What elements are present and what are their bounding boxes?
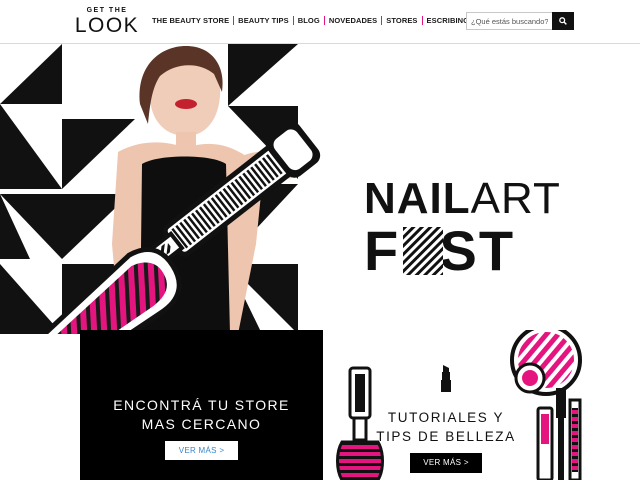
lipstick-small-icon — [441, 365, 451, 392]
site-header: GET THE LOOK THE BEAUTY STORE BEAUTY TIP… — [0, 0, 640, 44]
search-input[interactable] — [466, 12, 552, 30]
mascara-and-lipstick — [536, 388, 582, 480]
search-icon — [559, 17, 567, 25]
logo-main-text: LOOK — [74, 14, 140, 37]
nav-item-novedades[interactable]: NOVEDADES — [329, 16, 377, 25]
nail-art-fest-banner[interactable]: NAILART FEST — [0, 44, 640, 334]
compact-mirror — [510, 330, 582, 396]
tutorials-line1: TUTORIALES Y — [387, 410, 505, 425]
nav-separator — [421, 16, 423, 25]
store-locator-promo: ENCONTRÁ TU STORE MAS CERCANO VER MÁS > — [80, 330, 323, 480]
store-promo-line2: MAS CERCANO — [141, 416, 262, 432]
nail-art-heading: NAILART — [364, 177, 574, 221]
search-bar — [466, 12, 574, 30]
nav-separator — [233, 16, 235, 25]
nav-separator — [292, 16, 294, 25]
tutorials-promo-title: TUTORIALES Y TIPS DE BELLEZA — [372, 408, 520, 446]
main-navigation: THE BEAUTY STORE BEAUTY TIPS BLOG NOVEDA… — [152, 16, 474, 25]
art-word: ART — [470, 174, 561, 223]
store-ver-mas-button[interactable]: VER MÁS > — [165, 441, 238, 460]
nail-art-fest-title: NAILART FEST — [364, 177, 574, 281]
nav-separator — [381, 16, 383, 25]
nav-item-blog[interactable]: BLOG — [298, 16, 320, 25]
nav-item-stores[interactable]: STORES — [386, 16, 417, 25]
search-button[interactable] — [552, 12, 574, 30]
nav-item-beauty-store[interactable]: THE BEAUTY STORE — [152, 16, 229, 25]
fest-e-stripes — [403, 227, 443, 275]
get-the-look-logo[interactable]: GET THE LOOK — [72, 7, 142, 37]
store-promo-title: ENCONTRÁ TU STORE MAS CERCANO — [80, 396, 323, 434]
fest-heading: FEST — [364, 221, 574, 281]
nav-separator — [323, 16, 325, 25]
nail-word: NAIL — [364, 174, 471, 223]
tutorials-line2: TIPS DE BELLEZA — [376, 429, 516, 444]
nav-item-beauty-tips[interactable]: BEAUTY TIPS — [238, 16, 289, 25]
store-promo-line1: ENCONTRÁ TU STORE — [113, 397, 290, 413]
tutorials-ver-mas-button[interactable]: VER MÁS > — [410, 453, 482, 473]
